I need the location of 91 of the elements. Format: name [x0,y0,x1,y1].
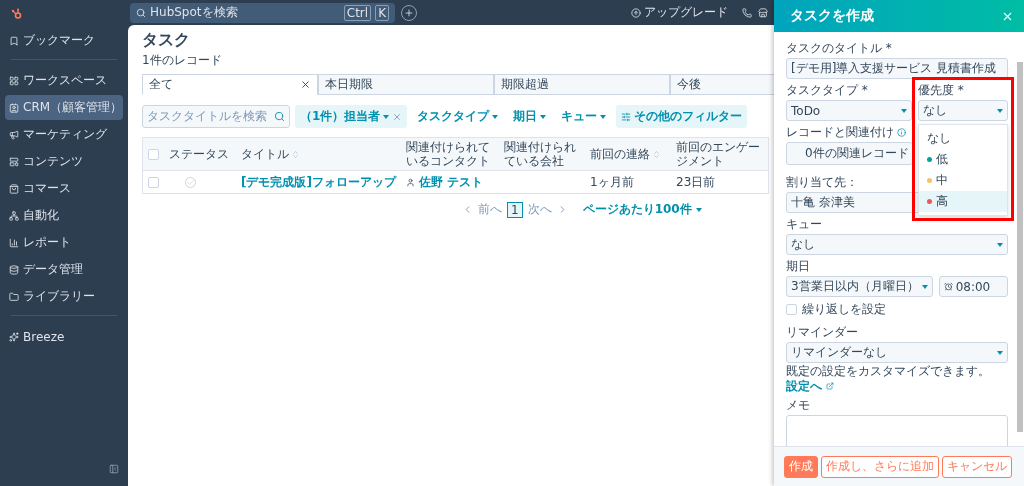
page-title: タスク [142,30,191,51]
keyboard-key: Ctrl [343,4,372,21]
queue-dropdown[interactable]: なし [786,234,1008,255]
field-label: タスクタイプ * [786,82,868,99]
field-label: タスクのタイトル * [786,40,892,57]
network-icon [9,210,19,221]
menu-option[interactable]: 高 [919,191,1007,212]
page-number[interactable]: 1 [507,201,523,218]
checkbox[interactable] [148,148,159,160]
field-label: メモ [786,397,810,414]
megaphone-icon [9,129,19,140]
sort-icon[interactable] [291,149,300,159]
bookmark-icon [9,35,19,46]
external-link-icon [826,382,835,390]
alarm-clock-icon [943,282,953,291]
bag-icon [9,183,19,194]
sidebar-item[interactable]: データ管理 [5,257,123,282]
checkbox[interactable] [148,176,159,188]
view-tab[interactable]: 本日期限 [318,74,494,95]
keyboard-key: K [375,4,389,21]
field-label: 割り当て先： [786,174,858,191]
store-icon[interactable] [758,7,768,18]
sidebar-item[interactable]: 自動化 [5,203,123,228]
sidebar-item[interactable]: ワークスペース [5,68,123,93]
sidebar-item[interactable]: Breeze [5,324,123,349]
view-tab[interactable]: 今後 [670,74,774,95]
search-icon [136,7,146,18]
settings-link[interactable]: 設定へ [786,379,835,393]
associate-field[interactable]: 0件の関連レコード [786,142,913,165]
view-tab[interactable]: 全て [142,74,318,95]
filter-dropdown[interactable]: タスクタイプ [412,105,504,128]
close-icon[interactable] [300,79,311,90]
table-link[interactable]: [デモ完成版]フォローアップ [241,173,396,191]
search-field[interactable]: HubSpotを検索 Ctrl K [130,2,395,23]
column-header[interactable]: 関連付けられている会社 [500,138,586,170]
search-icon [274,111,285,122]
reminder-dropdown[interactable]: リマインダーなし [786,342,1008,363]
time-field[interactable]: 08:00 [938,276,1008,297]
due-date-dropdown[interactable]: 3営業日以内（月曜日） [786,276,933,297]
bar-chart-icon [9,237,19,248]
view-tab[interactable]: 期限超過 [494,74,670,95]
table-cell-text: 23日前 [675,173,717,191]
column-header[interactable]: タイトル [237,145,402,163]
column-header[interactable]: ステータス [165,145,237,163]
repeat-checkbox[interactable]: 繰り返しを設定 [786,301,886,318]
contact-card-icon [9,102,19,113]
filter-dropdown[interactable]: 期日 [508,105,552,128]
sort-icon[interactable] [652,149,661,159]
sidebar-item[interactable]: ブックマーク [5,28,123,53]
sidebar-item[interactable]: マーケティング [5,122,123,147]
layout-icon [9,156,19,167]
logo-icon [11,8,23,20]
panel-title: タスクを作成 [790,7,874,25]
sidebar-item[interactable]: コマース [5,176,123,201]
menu-option[interactable]: 低 [919,149,1007,170]
field-label: リマインダー [786,324,858,341]
filter-dropdown[interactable]: キュー [556,105,612,128]
menu-option[interactable]: 中 [919,170,1007,191]
collapse-icon[interactable] [109,464,119,474]
upgrade-link[interactable]: アップグレード [631,4,728,21]
phone-icon[interactable] [742,7,752,18]
sidebar-item[interactable]: コンテンツ [5,149,123,174]
plus-icon [404,7,414,18]
folder-icon [9,291,19,302]
priority-dropdown[interactable]: なし [918,100,1008,121]
table-link[interactable]: 佐野 テスト [419,173,484,191]
type-dropdown[interactable]: ToDo [786,100,912,121]
menu-option[interactable]: なし [919,128,1007,149]
field-label: 期日 [786,258,810,275]
record-count: 1件のレコード [142,52,223,69]
scrollbar[interactable] [1017,62,1023,432]
sidebar-item[interactable]: CRM（顧客管理） [5,95,123,120]
hint-text: 既定の設定をカスタマイズできます。 設定へ [786,364,991,394]
database-icon [9,264,19,275]
column-header[interactable]: 前回のエンゲージメント [672,138,768,170]
field-label: キュー [786,216,822,233]
grid-icon [9,75,19,86]
sliders-icon [621,111,632,122]
info-icon [897,128,906,137]
sidebar-item[interactable]: レポート [5,230,123,255]
arrow-up-circle-icon [631,7,641,18]
column-header[interactable]: 前回の連絡 [586,145,672,163]
sparkle-icon [9,331,19,342]
page-size-dropdown[interactable]: ページあたり100件 [582,201,702,218]
column-header[interactable]: 関連付けられているコンタクト [402,138,500,170]
field-label: 優先度 * [918,82,964,99]
sidebar-item[interactable]: ライブラリー [5,284,123,309]
title-field[interactable]: [デモ用]導入支援サービス 見積書作成 [786,58,1008,79]
field-label: レコードと関連付け [786,124,906,141]
person-icon [406,177,415,187]
table-cell-text: 1ヶ月前 [589,173,635,191]
